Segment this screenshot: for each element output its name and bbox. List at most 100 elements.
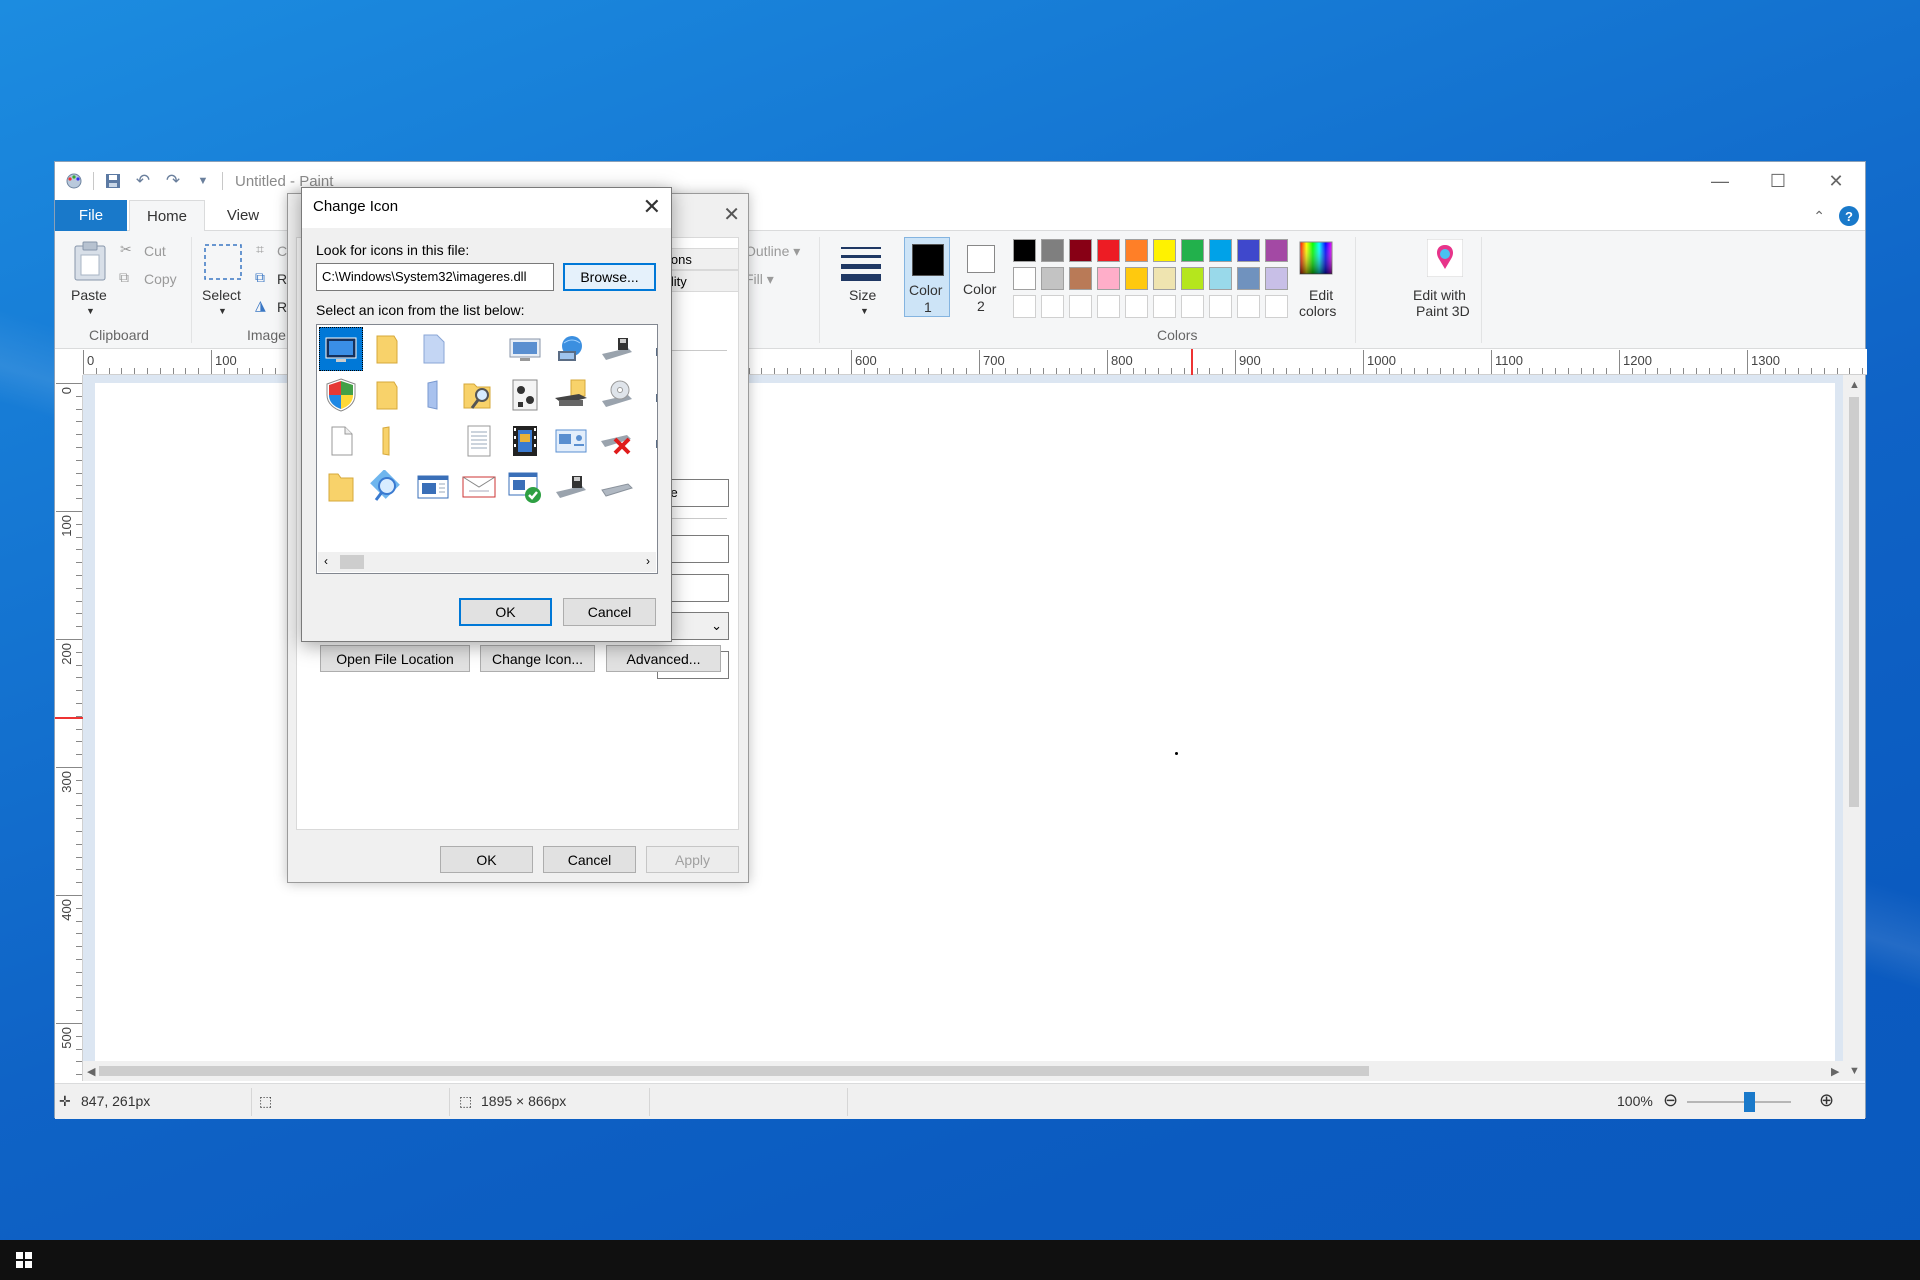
undo-icon[interactable]: ↶ <box>132 170 154 192</box>
size-icon[interactable] <box>841 245 881 285</box>
cut-button[interactable]: Cut <box>144 243 166 259</box>
partial-icon[interactable] <box>641 327 657 371</box>
select-icon[interactable] <box>203 243 243 285</box>
copy-button[interactable]: Copy <box>144 271 177 287</box>
palette-swatch[interactable] <box>1181 239 1204 262</box>
palette-swatch[interactable] <box>1097 239 1120 262</box>
tab-home[interactable]: Home <box>129 200 205 232</box>
palette-swatch[interactable] <box>1181 267 1204 290</box>
icon-list-scrollbar[interactable]: ‹ › <box>318 552 656 572</box>
folder-icon[interactable] <box>365 373 409 417</box>
partial-icon[interactable] <box>641 419 657 463</box>
drive-remove-icon[interactable] <box>595 419 639 463</box>
help-icon[interactable]: ? <box>1839 206 1859 226</box>
palette-custom-swatch[interactable] <box>1013 295 1036 318</box>
palette-swatch[interactable] <box>1125 267 1148 290</box>
size-button[interactable]: Size <box>849 287 876 303</box>
icon-desktop-monitor[interactable] <box>319 327 363 371</box>
security-shield-icon[interactable] <box>319 373 363 417</box>
browse-button[interactable]: Browse... <box>563 263 656 291</box>
search-icon[interactable] <box>365 465 409 509</box>
rotate-button[interactable]: R <box>277 299 287 315</box>
palette-custom-swatch[interactable] <box>1097 295 1120 318</box>
drive-icon[interactable] <box>595 465 639 509</box>
palette-swatch[interactable] <box>1153 267 1176 290</box>
video-film-icon[interactable] <box>503 419 547 463</box>
vertical-scrollbar[interactable]: ▲ ▼ <box>1843 375 1865 1081</box>
properties-ok-button[interactable]: OK <box>440 846 533 873</box>
icon-list[interactable]: ‹ › <box>316 324 658 574</box>
cd-drive-icon[interactable] <box>595 373 639 417</box>
save-icon[interactable] <box>102 170 124 192</box>
edit-colors-label-2[interactable]: colors <box>1299 303 1336 319</box>
fill-button[interactable]: Fill ▾ <box>745 271 774 288</box>
palette-swatch[interactable] <box>1069 239 1092 262</box>
properties-close-button[interactable]: ✕ <box>723 202 740 227</box>
outline-button[interactable]: Outline ▾ <box>745 243 800 260</box>
text-document-icon[interactable] <box>457 419 501 463</box>
verified-app-icon[interactable] <box>503 465 547 509</box>
palette-custom-swatch[interactable] <box>1069 295 1092 318</box>
partial-icon[interactable] <box>641 465 657 509</box>
change-icon-cancel-button[interactable]: Cancel <box>563 598 656 626</box>
palette-swatch[interactable] <box>1013 239 1036 262</box>
palette-swatch[interactable] <box>1041 267 1064 290</box>
tab-view[interactable]: View <box>207 200 279 231</box>
scroll-right-arrow[interactable]: › <box>646 554 650 568</box>
monitor-image-icon[interactable] <box>503 327 547 371</box>
redo-icon[interactable]: ↷ <box>162 170 184 192</box>
palette-swatch[interactable] <box>1237 239 1260 262</box>
color1-selector[interactable]: Color 1 <box>904 237 950 317</box>
folder-icon[interactable] <box>319 465 363 509</box>
minimize-button[interactable]: — <box>1691 162 1749 200</box>
scroll-up-arrow[interactable]: ▲ <box>1849 379 1860 391</box>
color2-selector[interactable]: Color 2 <box>958 237 1002 317</box>
palette-custom-swatch[interactable] <box>1265 295 1288 318</box>
network-globe-icon[interactable] <box>549 327 593 371</box>
palette-custom-swatch[interactable] <box>1153 295 1176 318</box>
advanced-button[interactable]: Advanced... <box>606 645 721 672</box>
printer-folder-icon[interactable] <box>549 373 593 417</box>
edit-paint3d-label[interactable]: Edit with <box>1413 287 1466 303</box>
collapse-ribbon-icon[interactable]: ⌃ <box>1813 208 1825 225</box>
palette-swatch[interactable] <box>1237 267 1260 290</box>
zoom-out-button[interactable]: ⊖ <box>1663 1090 1678 1111</box>
palette-swatch[interactable] <box>1265 267 1288 290</box>
edit-paint3d-label-2[interactable]: Paint 3D <box>1416 303 1470 319</box>
palette-custom-swatch[interactable] <box>1237 295 1260 318</box>
horizontal-scrollbar[interactable]: ◀ ▶ <box>83 1061 1845 1081</box>
palette-swatch[interactable] <box>1041 239 1064 262</box>
scroll-left-arrow[interactable]: ◀ <box>87 1065 95 1078</box>
select-dropdown-icon[interactable]: ▼ <box>218 306 227 316</box>
paint-app-icon[interactable] <box>63 170 85 192</box>
select-button[interactable]: Select <box>202 287 241 303</box>
folder-icon[interactable] <box>365 419 409 463</box>
window-app-icon[interactable] <box>411 465 455 509</box>
envelope-icon[interactable] <box>457 465 501 509</box>
change-icon-button[interactable]: Change Icon... <box>480 645 595 672</box>
blank-document-icon[interactable] <box>319 419 363 463</box>
properties-cancel-button[interactable]: Cancel <box>543 846 636 873</box>
media-library-icon[interactable] <box>503 373 547 417</box>
change-icon-ok-button[interactable]: OK <box>459 598 552 626</box>
paste-dropdown-icon[interactable]: ▼ <box>86 306 95 316</box>
zoom-in-button[interactable]: ⊕ <box>1819 1090 1834 1111</box>
edit-colors-label[interactable]: Edit <box>1309 287 1333 303</box>
maximize-button[interactable]: ☐ <box>1749 162 1807 200</box>
edit-colors-icon[interactable] <box>1299 241 1333 279</box>
resize-button[interactable]: R <box>277 271 287 287</box>
folder-search-icon[interactable] <box>457 373 501 417</box>
customize-qat-icon[interactable]: ▼ <box>192 170 214 192</box>
change-icon-close-button[interactable]: ✕ <box>643 194 661 220</box>
paste-icon[interactable] <box>73 241 107 285</box>
close-button[interactable]: ✕ <box>1807 162 1865 200</box>
icon-file-path-input[interactable]: C:\Windows\System32\imageres.dll <box>316 263 554 291</box>
folder-icon[interactable] <box>365 327 409 371</box>
paste-button[interactable]: Paste <box>71 287 107 303</box>
document-blue-icon[interactable] <box>411 327 455 371</box>
paint3d-icon[interactable] <box>1426 238 1464 281</box>
palette-swatch[interactable] <box>1069 267 1092 290</box>
palette-custom-swatch[interactable] <box>1125 295 1148 318</box>
drive-floppy-icon[interactable] <box>595 327 639 371</box>
control-panel-icon[interactable] <box>549 419 593 463</box>
